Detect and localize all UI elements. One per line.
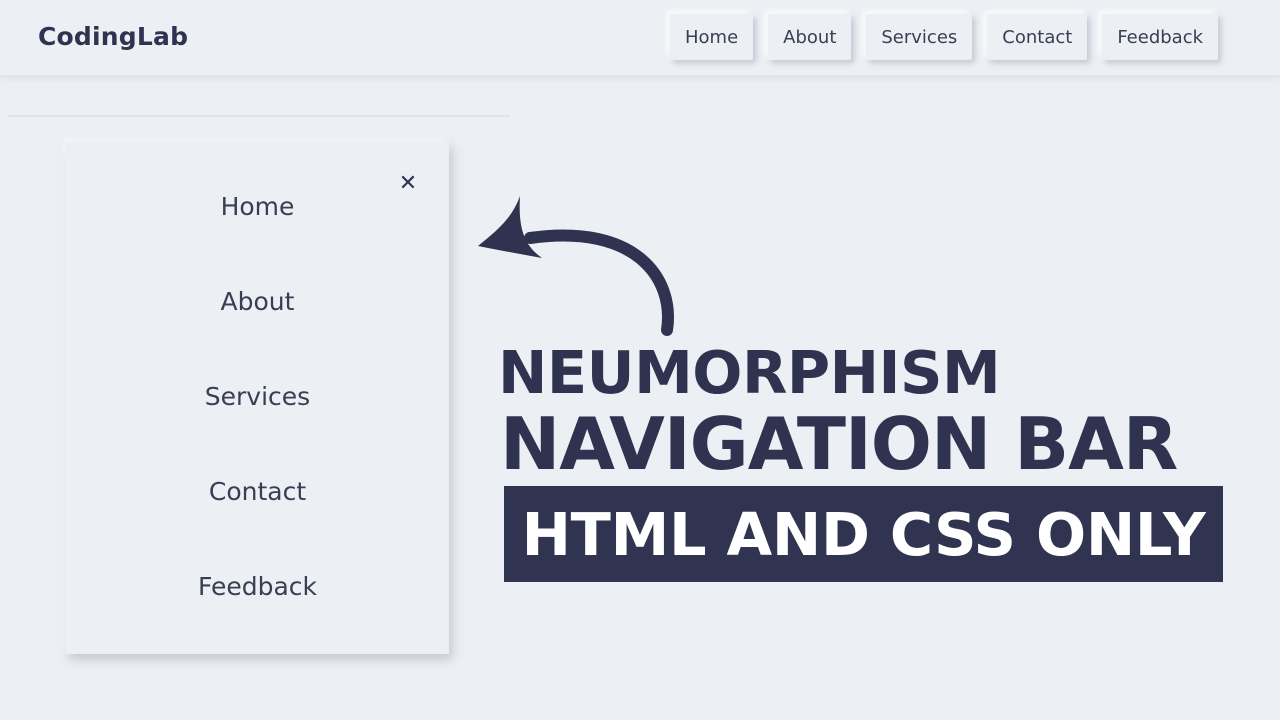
headline-line2: NAVIGATION BAR	[500, 402, 1178, 486]
nav-item-feedback[interactable]: Feedback	[1102, 14, 1219, 60]
drawer-item-about[interactable]: About	[66, 287, 449, 316]
nav-item-about[interactable]: About	[768, 14, 852, 60]
nav-item-home[interactable]: Home	[670, 14, 754, 60]
top-navbar: CodingLab Home About Services Contact Fe…	[0, 0, 1280, 77]
close-icon[interactable]: ✕	[398, 173, 418, 195]
divider	[8, 115, 510, 117]
drawer-item-services[interactable]: Services	[66, 382, 449, 411]
drawer-item-contact[interactable]: Contact	[66, 477, 449, 506]
curved-arrow-icon	[478, 196, 674, 336]
banner-text: HTML AND CSS ONLY	[521, 499, 1206, 569]
side-drawer-menu: ✕ Home About Services Contact Feedback	[66, 142, 449, 654]
drawer-item-home[interactable]: Home	[66, 192, 449, 221]
headline-line1: NEUMORPHISM	[498, 338, 1001, 407]
drawer-item-feedback[interactable]: Feedback	[66, 572, 449, 601]
nav-item-services[interactable]: Services	[866, 14, 973, 60]
nav-item-contact[interactable]: Contact	[987, 14, 1088, 60]
logo[interactable]: CodingLab	[38, 22, 188, 51]
headline-banner: HTML AND CSS ONLY	[504, 486, 1223, 582]
nav-menu: Home About Services Contact Feedback	[670, 14, 1219, 60]
